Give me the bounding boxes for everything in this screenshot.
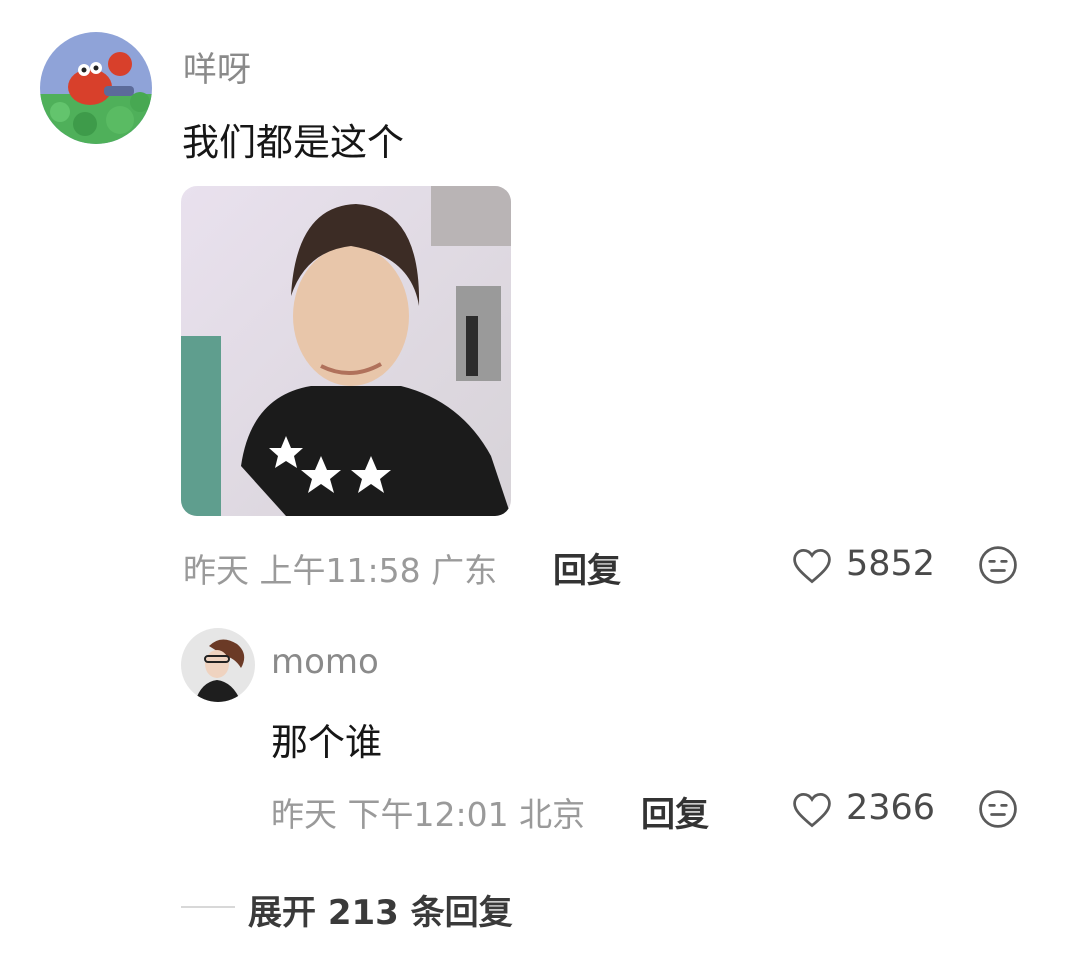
reply-like-count: 2366 bbox=[846, 788, 936, 828]
comment-username[interactable]: 咩呀 bbox=[183, 42, 251, 91]
reply-meta: 昨天 下午12:01 北京 bbox=[271, 795, 586, 834]
neutral-face-icon[interactable] bbox=[976, 543, 1020, 587]
heart-outline-icon[interactable] bbox=[790, 544, 834, 588]
expand-divider bbox=[181, 906, 235, 908]
comment-like-count: 5852 bbox=[846, 544, 936, 584]
comment-meta: 昨天 上午11:58 广东 bbox=[183, 551, 498, 590]
expand-replies-button[interactable]: 展开 213 条回复 bbox=[248, 885, 513, 934]
reply-username[interactable]: momo bbox=[271, 642, 379, 682]
comment-avatar[interactable] bbox=[40, 32, 152, 144]
heart-outline-icon[interactable] bbox=[790, 788, 834, 832]
reply-avatar[interactable] bbox=[181, 628, 255, 702]
neutral-face-icon[interactable] bbox=[976, 787, 1020, 831]
reply-text: 那个谁 bbox=[271, 721, 382, 764]
comment-reply-button[interactable]: 回复 bbox=[553, 543, 621, 592]
reply-reply-button[interactable]: 回复 bbox=[641, 787, 709, 836]
comment-text: 我们都是这个 bbox=[182, 121, 404, 164]
comment-image[interactable] bbox=[181, 186, 511, 516]
